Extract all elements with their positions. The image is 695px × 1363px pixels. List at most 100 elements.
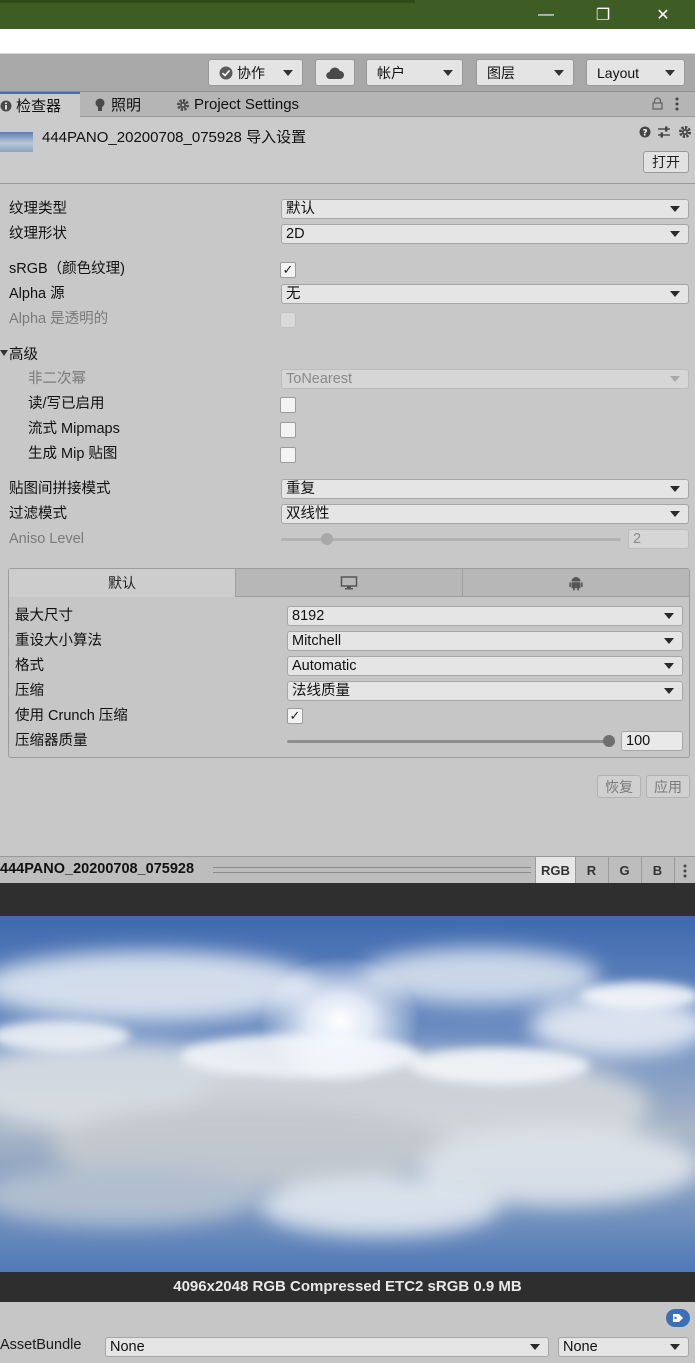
streaming-mipmaps-checkbox[interactable] (280, 422, 296, 438)
restore-icon: ❐ (595, 6, 611, 24)
kebab-menu-icon[interactable] (675, 97, 679, 111)
chevron-down-icon (670, 291, 680, 297)
npot-value: ToNearest (286, 371, 353, 387)
restore-button[interactable]: ❐ (580, 0, 626, 29)
label-tag-icon[interactable] (666, 1309, 690, 1327)
channel-r-button[interactable]: R (575, 857, 607, 884)
chevron-down-icon (664, 638, 674, 644)
assetbundle-name-value: None (110, 1339, 145, 1355)
monitor-icon (340, 575, 358, 589)
lock-icon[interactable] (652, 97, 663, 110)
apply-button[interactable]: 应用 (646, 775, 690, 798)
open-button[interactable]: 打开 (643, 151, 689, 173)
compressor-quality-field[interactable]: 100 (621, 731, 683, 751)
assetbundle-bar: AssetBundle None None (0, 1302, 695, 1363)
chevron-down-icon (670, 206, 680, 212)
alpha-source-dropdown[interactable]: 无 (281, 284, 689, 304)
tab-lighting[interactable]: 照明 (88, 92, 166, 117)
cloud-icon (326, 67, 344, 79)
layout-dropdown[interactable]: Layout (586, 59, 685, 86)
close-button[interactable]: ✕ (640, 0, 686, 29)
compression-dropdown[interactable]: 法线质量 (287, 681, 683, 701)
texture-type-dropdown[interactable]: 默认 (281, 199, 689, 219)
preset-sliders-icon[interactable] (657, 125, 671, 139)
collab-label: 协作 (237, 64, 265, 81)
wrap-mode-value: 重复 (286, 481, 315, 497)
settings-gear-icon[interactable] (678, 125, 692, 139)
texture-type-value: 默认 (286, 201, 315, 217)
tab-inspector[interactable]: 检查器 (0, 92, 80, 117)
format-value: Automatic (292, 658, 357, 674)
resize-grip[interactable] (213, 867, 531, 873)
chevron-down-icon (670, 486, 680, 492)
alpha-transparent-checkbox (280, 312, 296, 328)
channel-rgb-button[interactable]: RGB (535, 857, 575, 884)
minimize-icon: — (538, 5, 554, 23)
crunch-checkbox[interactable]: ✓ (287, 708, 303, 724)
channel-g-button[interactable]: G (608, 857, 640, 884)
cloud-button[interactable] (315, 59, 355, 86)
format-dropdown[interactable]: Automatic (287, 656, 683, 676)
advanced-foldout[interactable]: 高级 (9, 345, 38, 365)
account-dropdown[interactable]: 帐户 (366, 59, 463, 86)
tab-lighting-label: 照明 (111, 97, 142, 114)
compression-label: 压缩 (15, 683, 44, 699)
revert-button[interactable]: 恢复 (597, 775, 641, 798)
texture-shape-dropdown[interactable]: 2D (281, 224, 689, 244)
resize-algorithm-label: 重设大小算法 (15, 633, 102, 649)
srgb-checkbox[interactable]: ✓ (280, 262, 296, 278)
wrap-mode-dropdown[interactable]: 重复 (281, 479, 689, 499)
generate-mipmaps-checkbox[interactable] (280, 447, 296, 463)
texture-shape-value: 2D (286, 226, 305, 242)
toolbar: 协作 帐户 图层 Layout (0, 54, 695, 92)
layout-label: Layout (597, 64, 640, 81)
chevron-down-icon (670, 376, 680, 382)
generate-mipmaps-label: 生成 Mip 贴图 (28, 446, 118, 462)
chevron-down-icon (670, 1344, 680, 1350)
compressor-quality-label: 压缩器质量 (15, 733, 88, 749)
format-label: 格式 (15, 658, 44, 674)
filter-mode-value: 双线性 (286, 506, 330, 522)
tab-platform-standalone[interactable] (236, 569, 463, 597)
tab-platform-android[interactable] (463, 569, 689, 597)
preview-toolbar-gap (0, 883, 695, 916)
wrap-mode-label: 贴图间拼接模式 (9, 481, 111, 497)
preview-menu-button[interactable] (674, 857, 695, 884)
tab-platform-default[interactable]: 默认 (9, 569, 236, 597)
channel-b-button[interactable]: B (641, 857, 673, 884)
resize-algorithm-value: Mitchell (292, 633, 342, 649)
preview-title: 444PANO_20200708_075928 (0, 861, 195, 877)
tab-project-settings[interactable]: Project Settings (170, 92, 320, 117)
account-label: 帐户 (377, 64, 405, 81)
chevron-down-icon (664, 663, 674, 669)
filter-mode-label: 过滤模式 (9, 506, 67, 522)
help-icon[interactable]: ? (639, 126, 651, 138)
crunch-label: 使用 Crunch 压缩 (15, 708, 128, 724)
quality-slider-track[interactable] (287, 740, 609, 743)
alpha-transparent-label: Alpha 是透明的 (9, 311, 109, 327)
npot-label: 非二次幂 (28, 371, 86, 387)
layers-dropdown[interactable]: 图层 (476, 59, 574, 86)
resize-algorithm-dropdown[interactable]: Mitchell (287, 631, 683, 651)
read-write-checkbox[interactable] (280, 397, 296, 413)
assetbundle-variant-dropdown[interactable]: None (558, 1337, 689, 1357)
chevron-down-icon (670, 511, 680, 517)
check-circle-icon (219, 66, 233, 79)
max-size-value: 8192 (292, 608, 325, 624)
read-write-label: 读/写已启用 (28, 396, 105, 412)
preview-header: 444PANO_20200708_075928 RGB R G B (0, 856, 695, 884)
texture-shape-label: 纹理形状 (9, 226, 67, 242)
assetbundle-name-dropdown[interactable]: None (105, 1337, 549, 1357)
page-title: 444PANO_20200708_075928 导入设置 (42, 129, 307, 146)
foldout-arrow-icon[interactable] (0, 350, 8, 356)
quality-slider-handle[interactable] (603, 735, 615, 747)
filter-mode-dropdown[interactable]: 双线性 (281, 504, 689, 524)
alpha-source-label: Alpha 源 (9, 286, 65, 302)
collab-dropdown[interactable]: 协作 (208, 59, 303, 86)
minimize-button[interactable]: — (523, 0, 569, 29)
svg-text:?: ? (642, 129, 647, 139)
chevron-down-icon (443, 70, 453, 76)
chevron-down-icon (283, 70, 293, 76)
aniso-level-label: Aniso Level (9, 531, 84, 547)
max-size-dropdown[interactable]: 8192 (287, 606, 683, 626)
